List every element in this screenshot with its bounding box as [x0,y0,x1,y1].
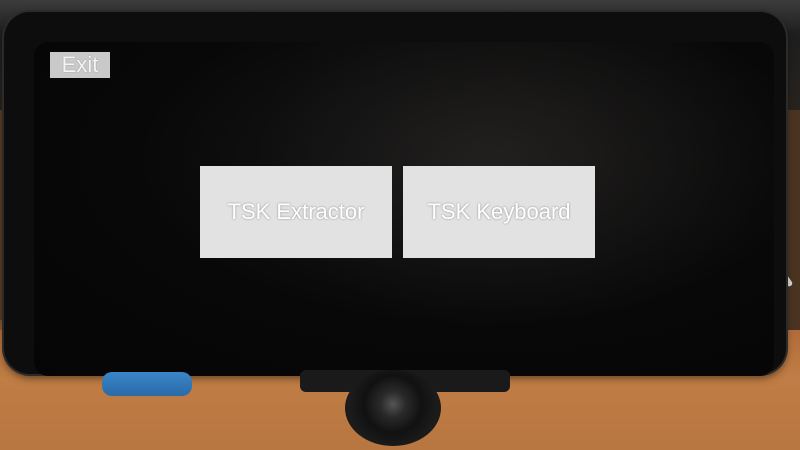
tsk-keyboard-button[interactable]: TSK Keyboard [403,166,595,258]
stand-knob [102,372,192,396]
exit-button[interactable]: Exit [50,52,110,78]
photo-scene: Exit TSK Extractor TSK Keyboard [0,0,800,450]
phone-screen: Exit TSK Extractor TSK Keyboard [34,42,774,376]
camera-lens-icon [345,370,441,446]
tsk-extractor-button[interactable]: TSK Extractor [200,166,392,258]
phone-device: Exit TSK Extractor TSK Keyboard [4,12,786,376]
